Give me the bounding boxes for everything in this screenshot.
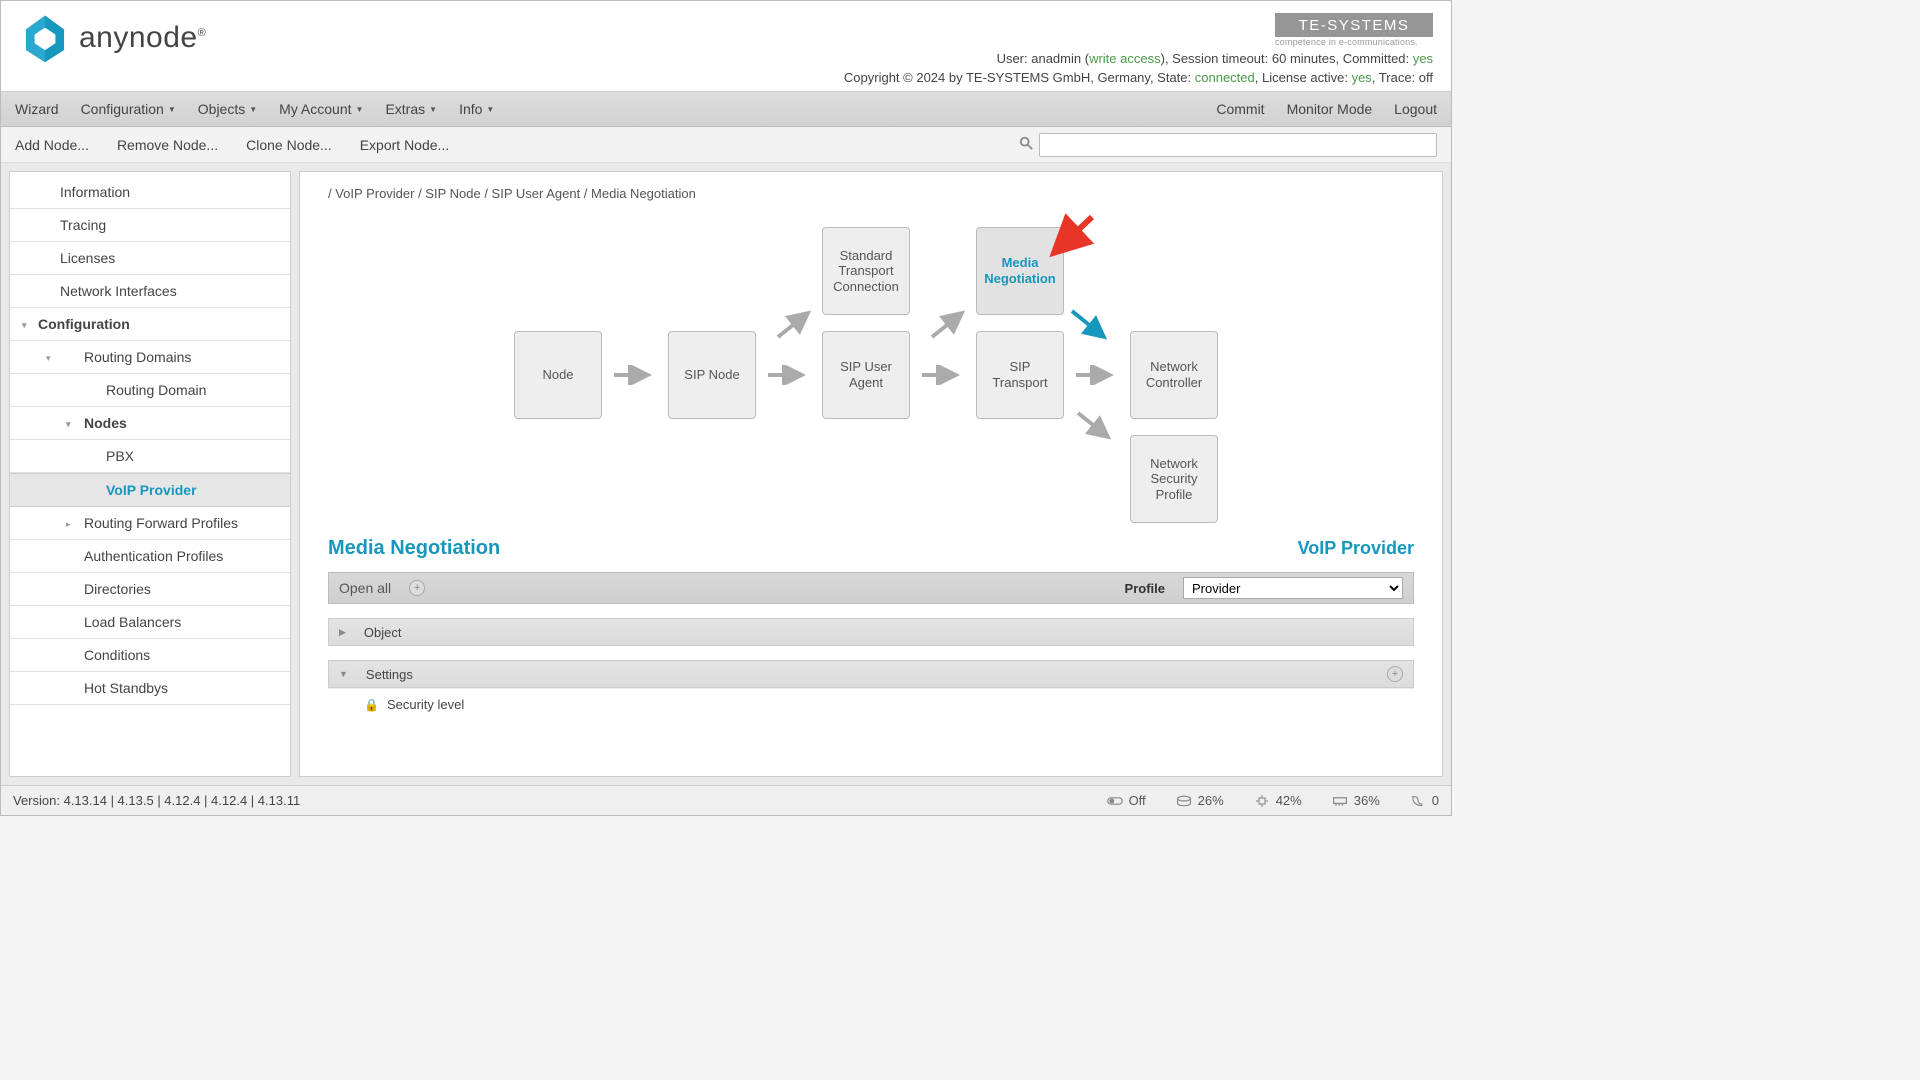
panel-object-label: Object xyxy=(364,625,402,640)
arrow-diag-icon xyxy=(928,305,972,345)
setting-security-level[interactable]: 🔒 Security level xyxy=(328,688,1414,720)
profile-label: Profile xyxy=(1125,581,1165,596)
menu-my-account[interactable]: My Account ▼ xyxy=(279,101,363,117)
panel-settings[interactable]: ▼ Settings + xyxy=(328,660,1414,688)
section-title: Media Negotiation xyxy=(328,537,500,560)
action-clone-node[interactable]: Clone Node... xyxy=(246,137,332,153)
action-add-node[interactable]: Add Node... xyxy=(15,137,89,153)
menu-wizard[interactable]: Wizard xyxy=(15,101,59,117)
sidebar-load-balancers[interactable]: Load Balancers xyxy=(10,606,290,639)
sidebar-voip-provider[interactable]: VoIP Provider xyxy=(10,473,290,507)
menu-monitor-mode[interactable]: Monitor Mode xyxy=(1287,101,1373,117)
sidebar[interactable]: Information Tracing Licenses Network Int… xyxy=(9,171,291,777)
main-menu: Wizard Configuration ▼ Objects ▼ My Acco… xyxy=(1,91,1451,127)
status-copyright-line: Copyright © 2024 by TE-SYSTEMS GmbH, Ger… xyxy=(844,70,1433,85)
version-label: Version: 4.13.14 | 4.13.5 | 4.12.4 | 4.1… xyxy=(13,793,300,808)
sidebar-routing-domain[interactable]: Routing Domain xyxy=(10,374,290,407)
footer-memory: 36% xyxy=(1332,793,1380,808)
sidebar-pbx[interactable]: PBX xyxy=(10,440,290,473)
menu-objects[interactable]: Objects ▼ xyxy=(198,101,257,117)
add-setting-icon[interactable]: + xyxy=(1387,666,1403,682)
sidebar-licenses[interactable]: Licenses xyxy=(10,242,290,275)
add-icon[interactable]: + xyxy=(409,580,425,596)
menu-extras[interactable]: Extras ▼ xyxy=(385,101,437,117)
sidebar-hot-standbys[interactable]: Hot Standbys xyxy=(10,672,290,705)
sidebar-configuration[interactable]: Configuration xyxy=(10,308,290,341)
menu-info[interactable]: Info ▼ xyxy=(459,101,494,117)
panel-object[interactable]: ▶ Object xyxy=(328,618,1414,646)
app-name: anynode® xyxy=(79,21,206,55)
arrow-diag-down-icon xyxy=(1074,405,1118,445)
diagram-sip-transport[interactable]: SIP Transport xyxy=(976,331,1064,419)
sidebar-tracing[interactable]: Tracing xyxy=(10,209,290,242)
arrow-red-pointer-icon xyxy=(1048,211,1098,261)
diagram-sip-node[interactable]: SIP Node xyxy=(668,331,756,419)
search-icon[interactable] xyxy=(1019,136,1033,153)
arrow-icon xyxy=(920,365,964,385)
cpu-icon xyxy=(1254,795,1270,807)
main-panel[interactable]: / VoIP Provider / SIP Node / SIP User Ag… xyxy=(299,171,1443,777)
flow-diagram: Node SIP Node SIP User Agent Standard Tr… xyxy=(328,211,1414,531)
header: anynode® TE-SYSTEMS competence in e-comm… xyxy=(1,1,1451,91)
expand-icon: ▶ xyxy=(339,627,346,638)
footer-off: Off xyxy=(1107,793,1146,808)
search-input[interactable] xyxy=(1039,133,1437,157)
setting-security-level-label: Security level xyxy=(387,697,464,712)
footer-cpu: 42% xyxy=(1254,793,1302,808)
arrow-diag-icon xyxy=(774,305,818,345)
sidebar-authentication-profiles[interactable]: Authentication Profiles xyxy=(10,540,290,573)
menu-logout[interactable]: Logout xyxy=(1394,101,1437,117)
action-remove-node[interactable]: Remove Node... xyxy=(117,137,218,153)
diagram-network-security[interactable]: Network Security Profile xyxy=(1130,435,1218,523)
toggle-icon xyxy=(1107,795,1123,807)
diagram-sip-user-agent[interactable]: SIP User Agent xyxy=(822,331,910,419)
diagram-standard-transport[interactable]: Standard Transport Connection xyxy=(822,227,910,315)
memory-icon xyxy=(1332,795,1348,807)
app-logo[interactable]: anynode® xyxy=(19,11,206,65)
panel-settings-label: Settings xyxy=(366,667,413,682)
search-box xyxy=(1019,133,1437,157)
phone-icon xyxy=(1410,795,1426,807)
sidebar-nodes[interactable]: Nodes xyxy=(10,407,290,440)
sidebar-network-interfaces[interactable]: Network Interfaces xyxy=(10,275,290,308)
status-bar: Version: 4.13.14 | 4.13.5 | 4.12.4 | 4.1… xyxy=(1,785,1451,815)
menu-configuration[interactable]: Configuration ▼ xyxy=(81,101,176,117)
lock-icon: 🔒 xyxy=(364,698,379,712)
arrow-icon xyxy=(612,365,656,385)
diagram-network-controller[interactable]: Network Controller xyxy=(1130,331,1218,419)
diagram-node[interactable]: Node xyxy=(514,331,602,419)
sidebar-information[interactable]: Information xyxy=(10,176,290,209)
anynode-logo-icon xyxy=(19,11,71,65)
status-user-line: User: anadmin (write access), Session ti… xyxy=(997,51,1433,66)
disk-icon xyxy=(1176,795,1192,807)
section-context: VoIP Provider xyxy=(1298,538,1414,559)
sidebar-routing-forward-profiles[interactable]: Routing Forward Profiles xyxy=(10,507,290,540)
sidebar-conditions[interactable]: Conditions xyxy=(10,639,290,672)
action-export-node[interactable]: Export Node... xyxy=(360,137,450,153)
action-bar: Add Node... Remove Node... Clone Node...… xyxy=(1,127,1451,163)
arrow-teal-icon xyxy=(1068,303,1114,347)
arrow-icon xyxy=(1074,365,1118,385)
breadcrumb: / VoIP Provider / SIP Node / SIP User Ag… xyxy=(328,186,1414,201)
profile-select[interactable]: Provider xyxy=(1183,577,1403,599)
sidebar-routing-domains[interactable]: Routing Domains xyxy=(10,341,290,374)
footer-calls: 0 xyxy=(1410,793,1439,808)
open-all-button[interactable]: Open all xyxy=(339,580,391,596)
menu-commit[interactable]: Commit xyxy=(1216,101,1264,117)
vendor-logo: TE-SYSTEMS xyxy=(1275,13,1433,37)
arrow-icon xyxy=(766,365,810,385)
content-toolbar: Open all + Profile Provider xyxy=(328,572,1414,604)
footer-disk: 26% xyxy=(1176,793,1224,808)
collapse-icon: ▼ xyxy=(339,669,348,679)
sidebar-directories[interactable]: Directories xyxy=(10,573,290,606)
vendor-tagline: competence in e-communications. xyxy=(1275,37,1433,47)
